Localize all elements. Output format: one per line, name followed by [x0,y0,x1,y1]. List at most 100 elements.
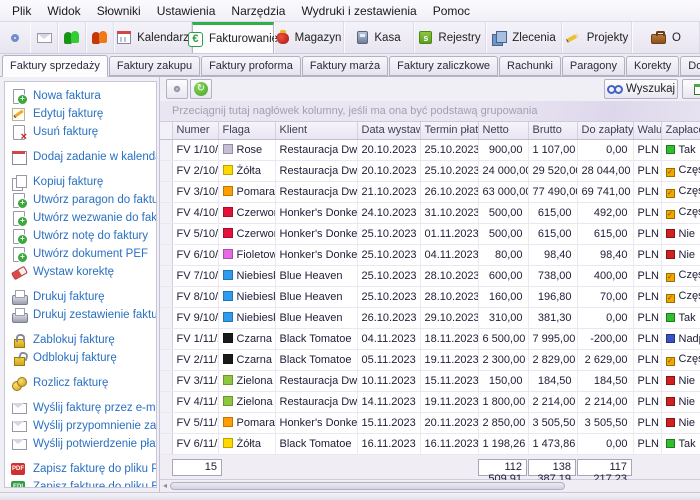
cell-flaga[interactable]: Niebieska [218,265,275,286]
cell-termin-platnosci[interactable]: 29.10.2023 [420,307,478,328]
column-header-flaga[interactable]: Flaga [218,122,275,139]
cell-flaga[interactable]: Pomarańcz [218,181,275,202]
cell-netto[interactable]: 2 300,00 [478,349,528,370]
row-indicator[interactable] [160,139,172,160]
table-row[interactable]: FV 5/10/2023 Czerwona Honker's Donkey 25… [160,223,700,244]
cell-zaplacona[interactable]: Tak [661,433,700,454]
cell-zaplacona[interactable]: Nie [661,244,700,265]
sidebar-item-kopiuj-fakture[interactable]: Kopiuj fakturę [5,173,156,191]
cell-data-wystawienia[interactable]: 15.11.2023 [357,412,420,433]
search-button[interactable]: Wyszukaj [604,79,678,99]
sidebar-item-drukuj-fakture[interactable]: Drukuj fakturę [5,288,156,306]
column-header-zaplacona[interactable]: Zapłacona [661,122,700,139]
row-indicator[interactable] [160,265,172,286]
tab-faktury-marza[interactable]: Faktury marża [302,56,388,76]
tab-rachunki[interactable]: Rachunki [499,56,561,76]
cell-data-wystawienia[interactable]: 25.10.2023 [357,244,420,265]
cell-termin-platnosci[interactable]: 28.10.2023 [420,265,478,286]
cell-brutto[interactable]: 196,80 [528,286,577,307]
table-row[interactable]: FV 2/10/2023 Żółta Restauracja Dwa Smoki… [160,160,700,181]
sidebar-item-utworz-dokument-pef[interactable]: Utwórz dokument PEF [5,245,156,263]
cell-brutto[interactable]: 77 490,00 [528,181,577,202]
cell-klient[interactable]: Restauracja Dwa Smoki [275,391,357,412]
cell-flaga[interactable]: Czerwona [218,202,275,223]
row-indicator[interactable] [160,223,172,244]
sidebar-item-utworz-note[interactable]: Utwórz notę do faktury [5,227,156,245]
cell-waluta[interactable]: PLN [633,391,661,412]
cell-numer[interactable]: FV 1/10/2023 [172,139,218,160]
cell-data-wystawienia[interactable]: 14.11.2023 [357,391,420,412]
cell-waluta[interactable]: PLN [633,202,661,223]
module-zlecenia[interactable]: Zlecenia [486,22,562,53]
sidebar-item-drukuj-zestawienie[interactable]: Drukuj zestawienie faktur [5,306,156,324]
cell-netto[interactable]: 160,00 [478,286,528,307]
cell-termin-platnosci[interactable]: 28.10.2023 [420,286,478,307]
cell-data-wystawienia[interactable]: 05.11.2023 [357,349,420,370]
cell-do-zaplaty[interactable]: 615,00 [577,223,633,244]
menu-plik[interactable]: Plik [4,0,39,22]
cell-waluta[interactable]: PLN [633,307,661,328]
export-button[interactable]: Eksportuj [682,79,700,99]
sidebar-item-zapisz-pdf[interactable]: Zapisz fakturę do pliku PDF [5,460,156,478]
cell-do-zaplaty[interactable]: 492,00 [577,202,633,223]
cell-numer[interactable]: FV 7/10/2023 [172,265,218,286]
cell-zaplacona[interactable]: ✓Częśc [661,181,700,202]
column-header-termin-platnosci[interactable]: Termin płatności [420,122,478,139]
cell-waluta[interactable]: PLN [633,412,661,433]
cell-flaga[interactable]: Żółta [218,160,275,181]
cell-numer[interactable]: FV 4/10/2023 [172,202,218,223]
cell-waluta[interactable]: PLN [633,160,661,181]
cell-klient[interactable]: Blue Heaven [275,286,357,307]
cell-do-zaplaty[interactable]: -200,00 [577,328,633,349]
menu-slowniki[interactable]: Słowniki [89,0,149,22]
row-indicator[interactable] [160,391,172,412]
row-indicator[interactable] [160,181,172,202]
module-kalendarz[interactable]: Kalendarz [114,22,192,53]
cell-termin-platnosci[interactable]: 16.11.2023 [420,433,478,454]
menu-narzedzia[interactable]: Narzędzia [223,0,293,22]
cell-brutto[interactable]: 615,00 [528,223,577,244]
cell-flaga[interactable]: Niebieska [218,307,275,328]
cell-do-zaplaty[interactable]: 400,00 [577,265,633,286]
sidebar-item-nowa-faktura[interactable]: Nowa faktura [5,87,156,105]
sidebar-item-usun-fakture[interactable]: Usuń fakturę [5,123,156,141]
cell-data-wystawienia[interactable]: 26.10.2023 [357,307,420,328]
table-row[interactable]: FV 4/10/2023 Czerwona Honker's Donkey 24… [160,202,700,223]
table-row[interactable]: FV 6/10/2023 Fioletowa Honker's Donkey 2… [160,244,700,265]
cell-waluta[interactable]: PLN [633,265,661,286]
cell-flaga[interactable]: Zielona [218,370,275,391]
module-contacts-green[interactable] [58,22,86,53]
cell-do-zaplaty[interactable]: 69 741,00 [577,181,633,202]
cell-zaplacona[interactable]: ✓Częśc [661,202,700,223]
cell-data-wystawienia[interactable]: 16.11.2023 [357,433,420,454]
module-obsluga[interactable]: O [632,22,700,53]
row-indicator[interactable] [160,349,172,370]
cell-termin-platnosci[interactable]: 25.10.2023 [420,160,478,181]
cell-klient[interactable]: Honker's Donkey [275,223,357,244]
table-row[interactable]: FV 3/10/2023 Pomarańcz Restauracja Dwa S… [160,181,700,202]
cell-waluta[interactable]: PLN [633,139,661,160]
column-header-netto[interactable]: Netto [478,122,528,139]
cell-netto[interactable]: 310,00 [478,307,528,328]
row-indicator[interactable] [160,160,172,181]
table-row[interactable]: FV 8/10/2023 Niebieska Blue Heaven 25.10… [160,286,700,307]
cell-do-zaplaty[interactable]: 184,50 [577,370,633,391]
cell-zaplacona[interactable]: Nie [661,412,700,433]
row-indicator[interactable] [160,328,172,349]
sidebar-item-wyslij-przypomnienie[interactable]: Wyślij przypomnienie zapłaty [5,417,156,435]
row-indicator[interactable] [160,286,172,307]
cell-flaga[interactable]: Czarna [218,349,275,370]
row-indicator[interactable] [160,433,172,454]
module-contacts-orange[interactable] [86,22,114,53]
cell-netto[interactable]: 2 850,00 [478,412,528,433]
sidebar-item-utworz-paragon[interactable]: Utwórz paragon do faktury [5,191,156,209]
cell-netto[interactable]: 80,00 [478,244,528,265]
cell-brutto[interactable]: 2 829,00 [528,349,577,370]
sidebar-item-wystaw-korekte[interactable]: Wystaw korektę [5,263,156,281]
cell-netto[interactable]: 900,00 [478,139,528,160]
cell-flaga[interactable]: Rose [218,139,275,160]
scroll-left-arrow-icon[interactable]: ◂ [160,480,170,492]
cell-netto[interactable]: 1 198,26 [478,433,528,454]
cell-netto[interactable]: 500,00 [478,223,528,244]
cell-numer[interactable]: FV 2/10/2023 [172,160,218,181]
